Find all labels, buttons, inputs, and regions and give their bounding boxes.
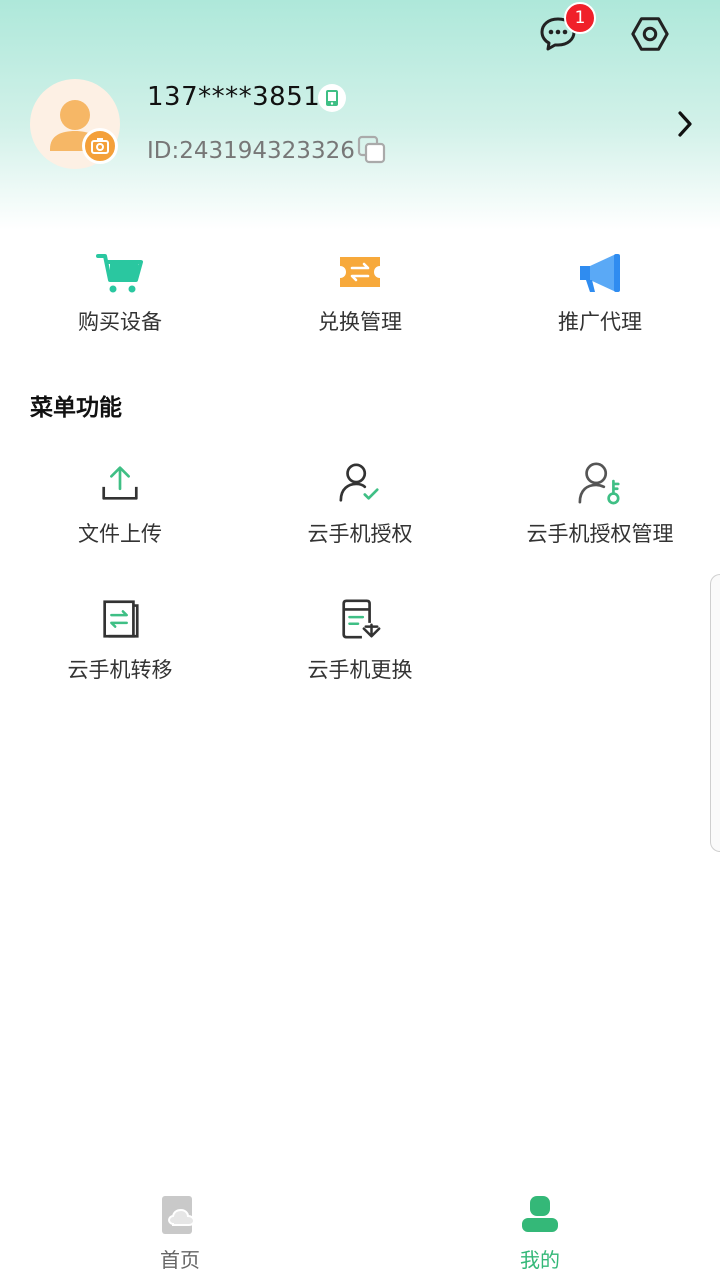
bottom-navigation: 首页 我的 xyxy=(0,1180,720,1280)
side-drawer-handle[interactable] xyxy=(710,574,720,852)
file-upload-button[interactable]: 文件上传 xyxy=(0,460,240,548)
cloud-phone-replace-button[interactable]: 云手机更换 xyxy=(240,596,480,684)
chevron-right-icon xyxy=(678,111,692,137)
home-cloud-phone-icon xyxy=(162,1196,196,1234)
megaphone-icon xyxy=(580,254,620,292)
cloud-phone-replace-label: 云手机更换 xyxy=(307,658,413,682)
cloud-phone-transfer-label: 云手机转移 xyxy=(67,658,173,682)
user-profile-icon xyxy=(522,1196,558,1232)
promotion-agent-label: 推广代理 xyxy=(558,310,642,334)
menu-grid: 文件上传 云手机授权 云手机授权管理 云手机转移 云手机更换 xyxy=(0,460,720,684)
exchange-management-button[interactable]: 兑换管理 xyxy=(240,248,480,336)
promotion-agent-button[interactable]: 推广代理 xyxy=(480,248,720,336)
settings-button[interactable] xyxy=(630,12,670,56)
shopping-cart-icon xyxy=(96,254,143,293)
transfer-icon xyxy=(103,600,139,638)
replace-icon xyxy=(342,599,381,639)
cloud-phone-authorize-management-button[interactable]: 云手机授权管理 xyxy=(480,460,720,548)
nav-mine[interactable]: 我的 xyxy=(360,1180,720,1280)
exchange-management-label: 兑换管理 xyxy=(318,310,402,334)
phone-number: 137****3851 xyxy=(147,82,321,112)
buy-device-label: 购买设备 xyxy=(78,310,162,334)
file-upload-label: 文件上传 xyxy=(78,522,162,546)
copy-id-button[interactable] xyxy=(356,134,388,170)
top-toolbar: 1 xyxy=(538,2,670,56)
ticket-exchange-icon xyxy=(340,257,380,287)
nav-mine-label: 我的 xyxy=(520,1248,560,1272)
upload-icon xyxy=(102,466,138,500)
messages-button[interactable]: 1 xyxy=(538,2,596,56)
message-count-badge: 1 xyxy=(564,2,596,34)
cloud-phone-authorize-button[interactable]: 云手机授权 xyxy=(240,460,480,548)
phone-device-badge xyxy=(318,84,346,112)
settings-hexagon-icon xyxy=(631,17,669,51)
user-id: ID:243194323326 xyxy=(147,138,355,164)
copy-icon xyxy=(357,135,386,164)
user-check-icon xyxy=(339,463,379,502)
mobile-phone-icon xyxy=(326,90,338,106)
menu-section-title: 菜单功能 xyxy=(30,395,122,421)
quick-actions: 购买设备 兑换管理 推广代理 xyxy=(0,248,720,336)
camera-icon xyxy=(91,138,109,154)
cloud-phone-transfer-button[interactable]: 云手机转移 xyxy=(0,596,240,684)
profile-detail-button[interactable] xyxy=(676,110,694,142)
change-avatar-button[interactable] xyxy=(82,128,118,164)
cloud-phone-authorize-label: 云手机授权 xyxy=(307,522,413,546)
nav-home[interactable]: 首页 xyxy=(0,1180,360,1280)
user-key-icon xyxy=(578,462,620,505)
buy-device-button[interactable]: 购买设备 xyxy=(0,248,240,336)
nav-home-label: 首页 xyxy=(160,1248,200,1272)
cloud-phone-authorize-management-label: 云手机授权管理 xyxy=(526,522,674,546)
